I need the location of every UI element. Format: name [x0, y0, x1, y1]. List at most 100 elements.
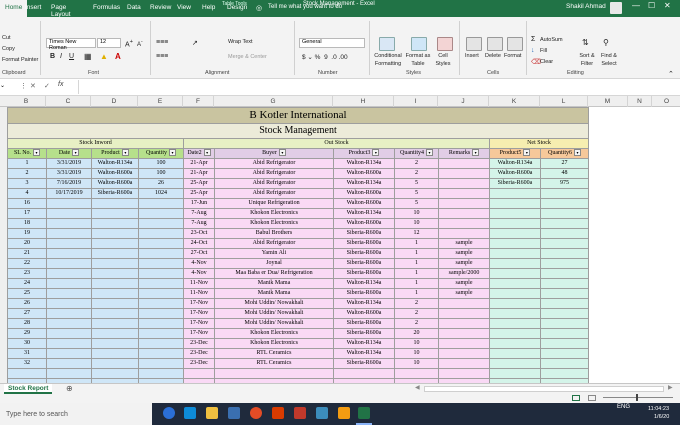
inward-cell[interactable]: 22: [7, 258, 47, 269]
inward-cell[interactable]: [91, 348, 139, 359]
net-cell[interactable]: [489, 278, 541, 289]
filter-dropdown-icon[interactable]: ▾: [372, 149, 380, 157]
app-icon[interactable]: [316, 407, 328, 419]
outstock-cell[interactable]: Siberia-R600a: [333, 268, 395, 279]
column-label-quantity[interactable]: Quantity ▾: [138, 148, 184, 159]
inward-cell[interactable]: 18: [7, 218, 47, 229]
net-cell[interactable]: [540, 278, 589, 289]
outstock-cell[interactable]: 20: [394, 328, 439, 339]
format-as-table-button[interactable]: Format as Table: [404, 52, 432, 68]
fill-icon[interactable]: ↓: [531, 47, 535, 54]
inward-cell[interactable]: [138, 288, 184, 299]
find-select-icon[interactable]: ⚲: [603, 38, 609, 47]
inward-cell[interactable]: [46, 308, 92, 319]
clear-button[interactable]: Clear: [540, 59, 553, 65]
column-header-n[interactable]: N: [628, 96, 652, 107]
column-label-date2[interactable]: Date2 ▾: [183, 148, 215, 159]
inward-cell[interactable]: [138, 308, 184, 319]
outstock-cell[interactable]: Manik Mama: [214, 278, 334, 289]
empty-cell[interactable]: [333, 368, 395, 379]
net-cell[interactable]: [540, 308, 589, 319]
inward-cell[interactable]: 26: [7, 298, 47, 309]
net-stock-header[interactable]: Net Stock: [489, 138, 589, 149]
autosum-button[interactable]: AutoSum: [540, 37, 563, 43]
net-cell[interactable]: [540, 238, 589, 249]
empty-cell[interactable]: [438, 368, 490, 379]
autosum-icon[interactable]: Σ: [531, 36, 535, 43]
edge-icon[interactable]: [184, 407, 196, 419]
net-cell[interactable]: [489, 298, 541, 309]
sort-filter-icon[interactable]: ⇅: [582, 38, 589, 47]
inward-cell[interactable]: [138, 318, 184, 329]
outstock-cell[interactable]: Siberia-R600a: [333, 228, 395, 239]
inward-cell[interactable]: Siberia-R600a: [91, 188, 139, 199]
conditional-formatting-button[interactable]: Conditional Formatting: [372, 52, 404, 68]
outstock-cell[interactable]: Walton-R134a: [333, 208, 395, 219]
inward-cell[interactable]: [91, 318, 139, 329]
outstock-cell[interactable]: 11-Nov: [183, 288, 215, 299]
fill-color-icon[interactable]: ▲: [100, 52, 108, 61]
outstock-cell[interactable]: [438, 328, 490, 339]
inward-cell[interactable]: [46, 198, 92, 209]
outstock-cell[interactable]: Abid Refrigerator: [214, 178, 334, 189]
inward-cell[interactable]: [138, 248, 184, 259]
empty-cell[interactable]: [138, 368, 184, 379]
column-label-sl-no-[interactable]: SL No. ▾: [7, 148, 47, 159]
outstock-cell[interactable]: 21-Apr: [183, 168, 215, 179]
number-format-select[interactable]: General: [299, 38, 365, 48]
net-cell[interactable]: [489, 188, 541, 199]
net-cell[interactable]: [540, 348, 589, 359]
inward-cell[interactable]: [46, 348, 92, 359]
inward-cell[interactable]: 1: [7, 158, 47, 169]
net-cell[interactable]: [540, 298, 589, 309]
outstock-cell[interactable]: Siberia-R600a: [333, 238, 395, 249]
outstock-cell[interactable]: Walton-R600a: [333, 218, 395, 229]
outstock-cell[interactable]: sample: [438, 248, 490, 259]
outstock-cell[interactable]: 23-Dec: [183, 348, 215, 359]
decrease-font-icon[interactable]: A-: [137, 39, 143, 48]
outstock-cell[interactable]: Siberia-R600a: [333, 318, 395, 329]
outstock-cell[interactable]: Khokon Electronics: [214, 218, 334, 229]
minimize-icon[interactable]: —: [632, 1, 640, 10]
inward-cell[interactable]: 25: [7, 288, 47, 299]
outstock-cell[interactable]: 25-Apr: [183, 188, 215, 199]
inward-cell[interactable]: 26: [138, 178, 184, 189]
outstock-cell[interactable]: Siberia-R600a: [333, 248, 395, 259]
outstock-cell[interactable]: 10: [394, 348, 439, 359]
inward-cell[interactable]: [138, 268, 184, 279]
inward-cell[interactable]: 23: [7, 268, 47, 279]
outstock-cell[interactable]: Abid Refrigerator: [214, 238, 334, 249]
font-size-select[interactable]: 12: [97, 38, 121, 48]
outstock-cell[interactable]: 2: [394, 298, 439, 309]
net-cell[interactable]: [540, 338, 589, 349]
clock-date[interactable]: 1/6/20: [654, 414, 669, 420]
net-cell[interactable]: [489, 358, 541, 369]
inward-cell[interactable]: [91, 308, 139, 319]
outstock-cell[interactable]: Walton-R134a: [333, 158, 395, 169]
empty-cell[interactable]: [489, 368, 541, 379]
inward-cell[interactable]: [46, 248, 92, 259]
office-icon[interactable]: [272, 407, 284, 419]
net-cell[interactable]: [489, 338, 541, 349]
scroll-left-icon[interactable]: ◀: [415, 384, 420, 391]
net-cell[interactable]: [540, 198, 589, 209]
scroll-right-icon[interactable]: ▶: [668, 384, 673, 391]
outstock-cell[interactable]: 17-Nov: [183, 298, 215, 309]
filter-dropdown-icon[interactable]: ▾: [203, 149, 211, 157]
net-cell[interactable]: [540, 288, 589, 299]
filter-dropdown-icon[interactable]: ▾: [278, 149, 286, 157]
page-layout-view-icon[interactable]: [588, 395, 596, 401]
inward-cell[interactable]: 16: [7, 198, 47, 209]
sheet-tab-stock-report[interactable]: Stock Report: [4, 384, 53, 394]
insert-cells-icon[interactable]: [466, 37, 482, 51]
tab-insert[interactable]: Insert: [20, 0, 46, 17]
net-cell[interactable]: [540, 218, 589, 229]
tab-view[interactable]: View: [172, 0, 196, 17]
outstock-cell[interactable]: Walton-R134a: [333, 338, 395, 349]
outstock-cell[interactable]: [438, 228, 490, 239]
inward-cell[interactable]: 3/31/2019: [46, 168, 92, 179]
empty-cell[interactable]: [91, 368, 139, 379]
inward-cell[interactable]: [91, 238, 139, 249]
inward-cell[interactable]: [91, 228, 139, 239]
find-select-button[interactable]: Find & Select: [598, 52, 620, 68]
